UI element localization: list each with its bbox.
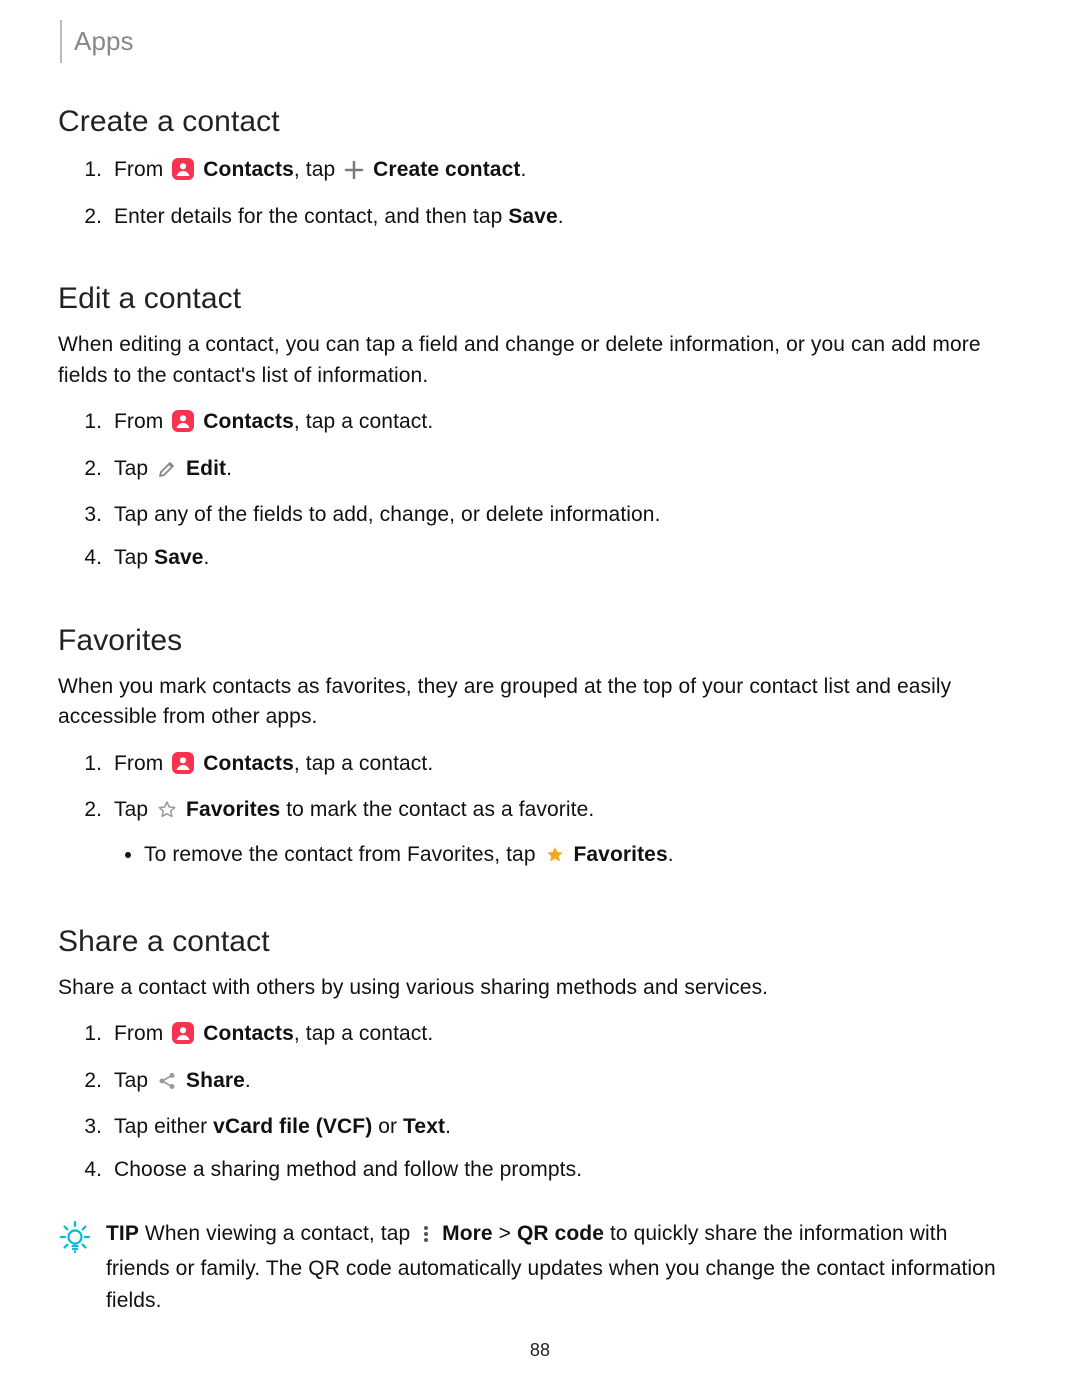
lightbulb-tip-icon <box>58 1220 92 1264</box>
contacts-icon <box>172 409 194 444</box>
contacts-label: Contacts <box>203 158 294 181</box>
step-fav-sub: To remove the contact from Favorites, ta… <box>144 838 1022 877</box>
contacts-label: Contacts <box>203 1022 294 1045</box>
share-icon <box>157 1068 177 1103</box>
text-label: Text <box>403 1115 445 1138</box>
step-edit-3: Tap any of the fields to add, change, or… <box>108 498 1022 533</box>
intro-edit: When editing a contact, you can tap a fi… <box>58 330 1022 391</box>
heading-share-contact: Share a contact <box>58 925 1022 959</box>
step-edit-4: Tap Save. <box>108 541 1022 576</box>
contacts-label: Contacts <box>203 752 294 775</box>
step-create-2: Enter details for the contact, and then … <box>108 200 1022 235</box>
heading-favorites: Favorites <box>58 624 1022 658</box>
share-label: Share <box>186 1069 245 1092</box>
step-fav-2: Tap Favorites to mark the contact as a f… <box>108 793 1022 876</box>
create-contact-label: Create contact <box>373 158 520 181</box>
contacts-icon <box>172 751 194 786</box>
step-share-1: From Contacts, tap a contact. <box>108 1017 1022 1056</box>
contacts-icon <box>172 1021 194 1056</box>
list-share: From Contacts, tap a contact. Tap Share.… <box>58 1017 1022 1188</box>
intro-favorites: When you mark contacts as favorites, the… <box>58 672 1022 733</box>
step-share-2: Tap Share. <box>108 1064 1022 1103</box>
step-edit-1: From Contacts, tap a contact. <box>108 405 1022 444</box>
more-vertical-icon <box>419 1222 433 1254</box>
tip-callout: TIP When viewing a contact, tap More > Q… <box>58 1218 1022 1317</box>
edit-pencil-icon <box>157 456 177 491</box>
star-outline-icon <box>157 797 177 832</box>
breadcrumb-apps: Apps <box>60 20 144 63</box>
page-number: 88 <box>0 1340 1080 1361</box>
edit-label: Edit <box>186 457 226 480</box>
step-share-3: Tap either vCard file (VCF) or Text. <box>108 1110 1022 1145</box>
step-edit-2: Tap Edit. <box>108 452 1022 491</box>
contacts-label: Contacts <box>203 410 294 433</box>
qr-code-label: QR code <box>517 1222 604 1245</box>
step-fav-1: From Contacts, tap a contact. <box>108 747 1022 786</box>
intro-share: Share a contact with others by using var… <box>58 973 1022 1003</box>
heading-create-contact: Create a contact <box>58 105 1022 139</box>
star-filled-icon <box>545 842 565 877</box>
save-label: Save <box>154 546 203 569</box>
list-create: From Contacts, tap Create contact. Enter… <box>58 153 1022 234</box>
more-label: More <box>442 1222 493 1245</box>
step-share-4: Choose a sharing method and follow the p… <box>108 1153 1022 1188</box>
vcard-label: vCard file (VCF) <box>213 1115 372 1138</box>
page-content: Apps Create a contact From Contacts, tap… <box>0 0 1080 1316</box>
heading-edit-contact: Edit a contact <box>58 282 1022 316</box>
step-create-1: From Contacts, tap Create contact. <box>108 153 1022 192</box>
favorites-label: Favorites <box>186 798 280 821</box>
contacts-icon <box>172 157 194 192</box>
save-label: Save <box>508 205 557 228</box>
list-favorites: From Contacts, tap a contact. Tap Favori… <box>58 747 1022 877</box>
list-edit: From Contacts, tap a contact. Tap Edit. … <box>58 405 1022 576</box>
favorites-label: Favorites <box>573 843 667 866</box>
plus-icon <box>344 157 364 192</box>
tip-label: TIP <box>106 1222 139 1245</box>
tip-text: TIP When viewing a contact, tap More > Q… <box>106 1218 1002 1317</box>
